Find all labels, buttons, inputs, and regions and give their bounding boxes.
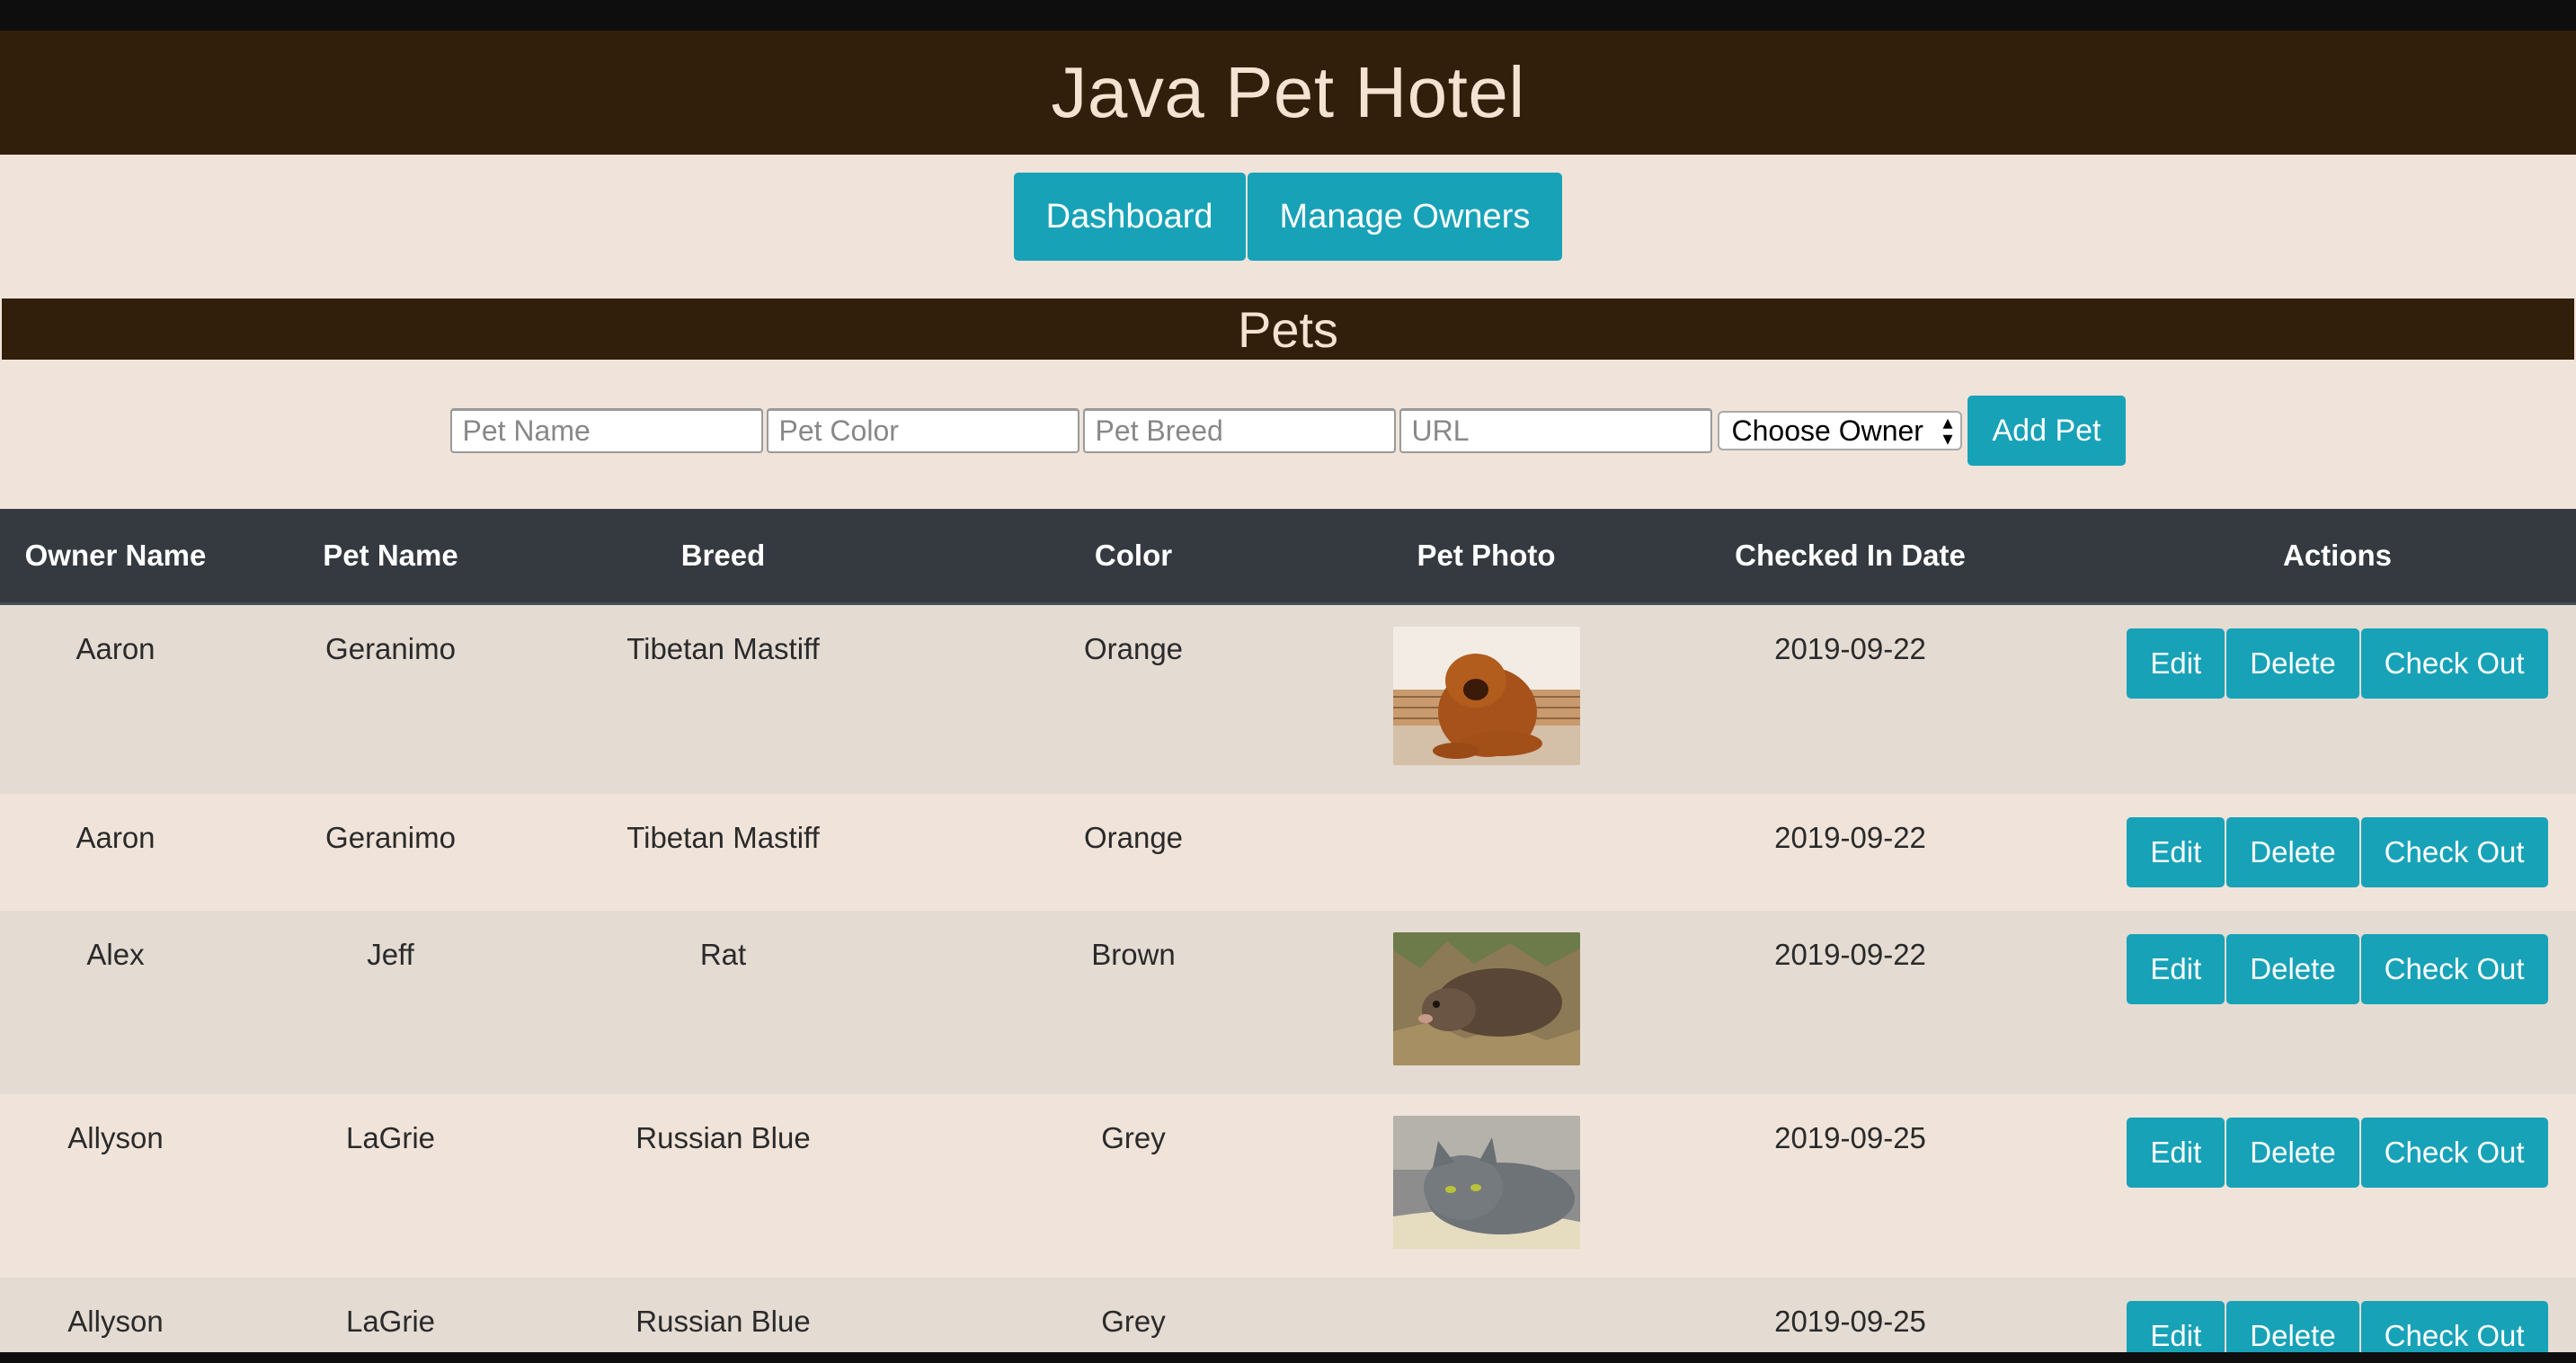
russian-blue-cat-photo xyxy=(1392,1116,1580,1249)
breed-cell: Russian Blue xyxy=(635,1305,811,1338)
check-out-button[interactable]: Check Out xyxy=(2360,628,2548,699)
owner-select[interactable]: Choose Owner ▴ ▾ xyxy=(1717,411,1962,450)
pets-section-header: Pets xyxy=(2,298,2574,360)
nav-bar: Dashboard Manage Owners xyxy=(0,173,2576,261)
edit-button[interactable]: Edit xyxy=(2127,934,2225,1004)
delete-button[interactable]: Delete xyxy=(2226,817,2359,887)
pet-color-input[interactable] xyxy=(766,408,1079,453)
breed-cell: Tibetan Mastiff xyxy=(626,632,820,665)
color-cell: Grey xyxy=(1101,1121,1166,1154)
table-row: Allyson LaGrie Russian Blue Grey 2019-09… xyxy=(0,1278,2576,1352)
pet-photo-cell xyxy=(1371,604,1602,795)
actions-cell: Edit Delete Check Out xyxy=(2099,911,2576,1094)
checked-in-date-cell: 2019-09-22 xyxy=(1774,632,1926,665)
edit-button[interactable]: Edit xyxy=(2127,628,2225,699)
actions-cell: Edit Delete Check Out xyxy=(2099,1278,2576,1352)
actions-cell: Edit Delete Check Out xyxy=(2099,794,2576,911)
select-arrows-icon: ▴ ▾ xyxy=(1942,411,1953,450)
pet-name-input[interactable] xyxy=(449,408,763,453)
pets-table: Owner Name Pet Name Breed Color Pet Phot… xyxy=(0,509,2576,1352)
delete-button[interactable]: Delete xyxy=(2226,1118,2359,1188)
delete-button[interactable]: Delete xyxy=(2226,628,2359,699)
table-row: Aaron Geranimo Tibetan Mastiff Orange 20… xyxy=(0,794,2576,911)
owner-name-cell: Aaron xyxy=(76,821,155,854)
owner-name-cell: Allyson xyxy=(67,1305,164,1338)
breed-cell: Russian Blue xyxy=(635,1121,811,1154)
pet-photo-cell xyxy=(1371,1094,1602,1278)
delete-button[interactable]: Delete xyxy=(2226,1301,2359,1352)
pet-photo-cell xyxy=(1371,794,1602,911)
table-row: Alex Jeff Rat Brown 2019-09-22 Edit Dele… xyxy=(0,911,2576,1094)
checked-in-date-cell: 2019-09-25 xyxy=(1774,1121,1926,1154)
section-title: Pets xyxy=(1237,300,1339,358)
pet-photo-cell xyxy=(1371,1278,1602,1352)
check-out-button[interactable]: Check Out xyxy=(2360,934,2548,1004)
checked-in-date-cell: 2019-09-22 xyxy=(1774,938,1926,971)
column-header: Checked In Date xyxy=(1602,509,2099,605)
check-out-button[interactable]: Check Out xyxy=(2360,1118,2548,1188)
pet-name-cell: LaGrie xyxy=(345,1305,436,1338)
pet-name-cell: Geranimo xyxy=(325,821,456,854)
owner-name-cell: Alex xyxy=(86,938,145,971)
checked-in-date-cell: 2019-09-22 xyxy=(1774,821,1926,854)
check-out-button[interactable]: Check Out xyxy=(2360,1301,2548,1352)
edit-button[interactable]: Edit xyxy=(2127,1118,2225,1188)
pet-photo-cell xyxy=(1371,911,1602,1094)
app-page: Java Pet Hotel Dashboard Manage Owners P… xyxy=(0,31,2576,1352)
checked-in-date-cell: 2019-09-25 xyxy=(1774,1305,1926,1338)
column-header: Owner Name xyxy=(0,509,231,605)
column-header: Pet Photo xyxy=(1371,509,1602,605)
pet-name-cell: Jeff xyxy=(367,938,414,971)
column-header: Breed xyxy=(550,509,896,605)
breed-cell: Tibetan Mastiff xyxy=(626,821,820,854)
actions-cell: Edit Delete Check Out xyxy=(2099,1094,2576,1278)
color-cell: Brown xyxy=(1091,938,1176,971)
owner-name-cell: Aaron xyxy=(76,632,155,665)
pet-breed-input[interactable] xyxy=(1082,408,1396,453)
app-header: Java Pet Hotel xyxy=(0,31,2576,155)
color-cell: Orange xyxy=(1083,821,1184,854)
manage-owners-button[interactable]: Manage Owners xyxy=(1247,173,1563,261)
table-row: Aaron Geranimo Tibetan Mastiff Orange 20… xyxy=(0,603,2576,795)
check-out-button[interactable]: Check Out xyxy=(2360,817,2548,887)
table-row: Allyson LaGrie Russian Blue Grey 2019-09… xyxy=(0,1094,2576,1278)
add-pet-button[interactable]: Add Pet xyxy=(1967,396,2127,466)
delete-button[interactable]: Delete xyxy=(2226,934,2359,1004)
url-input[interactable] xyxy=(1399,408,1712,453)
table-header-row: Owner Name Pet Name Breed Color Pet Phot… xyxy=(0,509,2576,605)
rat-photo xyxy=(1392,932,1580,1065)
actions-cell: Edit Delete Check Out xyxy=(2099,604,2576,795)
color-cell: Orange xyxy=(1083,632,1184,665)
owner-select-value: Choose Owner xyxy=(1731,414,1923,447)
edit-button[interactable]: Edit xyxy=(2127,817,2225,887)
color-cell: Grey xyxy=(1101,1305,1166,1338)
breed-cell: Rat xyxy=(699,938,747,971)
edit-button[interactable]: Edit xyxy=(2127,1301,2225,1352)
tibetan-mastiff-photo xyxy=(1392,627,1580,765)
app-title: Java Pet Hotel xyxy=(1051,52,1525,132)
owner-name-cell: Allyson xyxy=(67,1121,164,1154)
dashboard-button[interactable]: Dashboard xyxy=(1013,173,1246,261)
column-header: Actions xyxy=(2099,509,2576,605)
add-pet-form: Choose Owner ▴▾ Add Pet xyxy=(0,396,2576,466)
column-header: Color xyxy=(896,509,1371,605)
pet-name-cell: LaGrie xyxy=(345,1121,436,1154)
column-header: Pet Name xyxy=(231,509,550,605)
pet-name-cell: Geranimo xyxy=(325,632,456,665)
